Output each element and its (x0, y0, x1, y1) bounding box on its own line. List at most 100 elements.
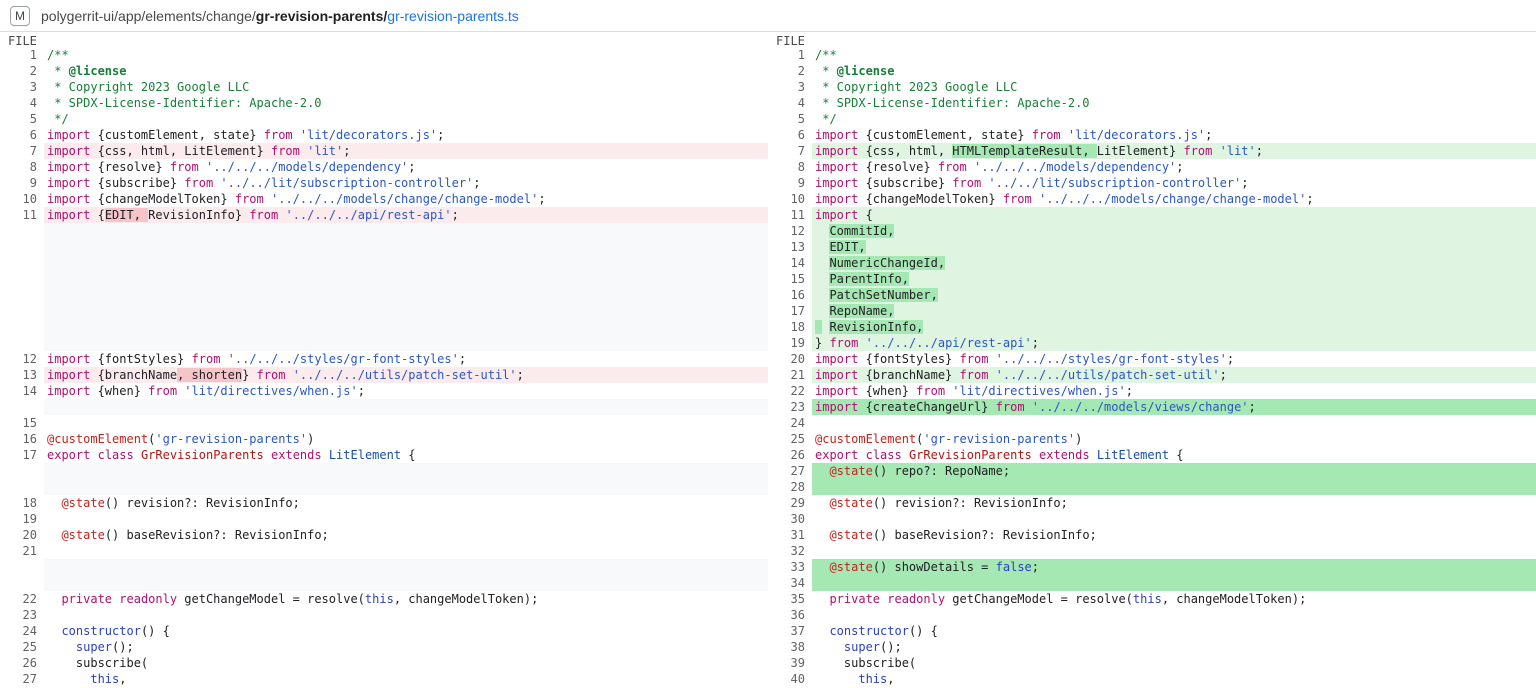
line-number-right[interactable]: 4 (768, 95, 812, 111)
line-number-right[interactable]: 12 (768, 223, 812, 239)
line-number-right[interactable]: 8 (768, 159, 812, 175)
diff-side-right: 14 NumericChangeId, (768, 255, 1536, 271)
line-number-left[interactable]: 17 (0, 447, 44, 463)
line-number-right[interactable]: 26 (768, 447, 812, 463)
line-number-left[interactable]: 5 (0, 111, 44, 127)
code-token: this (858, 672, 887, 686)
line-number-right[interactable]: 2 (768, 63, 812, 79)
code-token: ; (343, 144, 350, 158)
line-number-left[interactable]: 27 (0, 671, 44, 687)
line-number-right[interactable]: 24 (768, 415, 812, 431)
line-number-right[interactable]: 28 (768, 479, 812, 495)
code-token: from (249, 208, 278, 222)
line-number-right[interactable]: 31 (768, 527, 812, 543)
line-number-right[interactable]: 14 (768, 255, 812, 271)
diff-side-left (0, 271, 768, 287)
line-number-left[interactable]: 26 (0, 655, 44, 671)
diff-row: 33 @state() showDetails = false; (0, 559, 1536, 575)
diff-side-left: 15 (0, 415, 768, 431)
line-number-right[interactable]: 10 (768, 191, 812, 207)
code-line-right: import {createChangeUrl} from '../../../… (812, 399, 1536, 415)
diff-side-left (0, 255, 768, 271)
code-token: from (960, 352, 989, 366)
line-number-left[interactable]: 2 (0, 63, 44, 79)
diff-row: 1/**1/** (0, 47, 1536, 63)
line-number-left (0, 575, 44, 591)
line-number-right[interactable]: 32 (768, 543, 812, 559)
line-number-right[interactable]: 21 (768, 367, 812, 383)
diff-side-left (0, 479, 768, 495)
code-token: false (996, 560, 1032, 574)
line-number-right[interactable]: 20 (768, 351, 812, 367)
code-token: HTMLTemplateResult, (952, 144, 1097, 158)
line-number-right[interactable]: 13 (768, 239, 812, 255)
line-number-left[interactable]: 14 (0, 383, 44, 399)
line-number-right[interactable]: 27 (768, 463, 812, 479)
diff-side-left (0, 335, 768, 351)
line-number-left[interactable]: 16 (0, 431, 44, 447)
line-number-right[interactable]: 7 (768, 143, 812, 159)
line-number-right[interactable]: 34 (768, 575, 812, 591)
line-number-right[interactable]: 25 (768, 431, 812, 447)
line-number-right[interactable]: 30 (768, 511, 812, 527)
code-token (815, 496, 829, 510)
code-token: ; (517, 368, 524, 382)
line-number-left[interactable]: 22 (0, 591, 44, 607)
line-number-left[interactable]: 7 (0, 143, 44, 159)
line-number-left[interactable]: 25 (0, 639, 44, 655)
line-number-left[interactable]: 24 (0, 623, 44, 639)
line-number-right[interactable]: 23 (768, 399, 812, 415)
line-number-right[interactable]: 38 (768, 639, 812, 655)
diff-side-left: 2 * @license (0, 63, 768, 79)
line-number-right[interactable]: 16 (768, 287, 812, 303)
line-number-left[interactable]: 6 (0, 127, 44, 143)
line-number-right[interactable]: 1 (768, 47, 812, 63)
line-number-right[interactable]: 29 (768, 495, 812, 511)
line-number-left[interactable]: 8 (0, 159, 44, 175)
line-number-right[interactable]: 15 (768, 271, 812, 287)
line-number-left[interactable]: 18 (0, 495, 44, 511)
line-number-left[interactable]: 20 (0, 527, 44, 543)
line-number-left[interactable]: 12 (0, 351, 44, 367)
line-number-right[interactable]: 22 (768, 383, 812, 399)
line-number-right[interactable]: 9 (768, 175, 812, 191)
line-number-right[interactable]: 39 (768, 655, 812, 671)
line-number-right[interactable]: 19 (768, 335, 812, 351)
line-number-right[interactable]: 37 (768, 623, 812, 639)
line-number-right[interactable]: 17 (768, 303, 812, 319)
diff-side-left: 13import {branchName, shorten} from '../… (0, 367, 768, 383)
line-number-right[interactable]: 18 (768, 319, 812, 335)
file-path-filename[interactable]: gr-revision-parents.ts (387, 8, 519, 24)
code-line-left (44, 511, 768, 527)
code-token: readonly (119, 592, 177, 606)
line-number-right[interactable]: 11 (768, 207, 812, 223)
diff-row: 13 EDIT, (0, 239, 1536, 255)
code-token: , shorten (177, 368, 242, 382)
code-token: @state (829, 464, 872, 478)
diff-side-left: 20 @state() baseRevision?: RevisionInfo; (0, 527, 768, 543)
line-number-right[interactable]: 5 (768, 111, 812, 127)
code-token: {css, html, (858, 144, 952, 158)
code-token: ; (1220, 368, 1227, 382)
line-number-left[interactable]: 11 (0, 207, 44, 223)
line-number-right[interactable]: 36 (768, 607, 812, 623)
line-number-right[interactable]: 3 (768, 79, 812, 95)
line-number-left[interactable]: 4 (0, 95, 44, 111)
line-number-left[interactable]: 10 (0, 191, 44, 207)
line-number-right[interactable]: 6 (768, 127, 812, 143)
code-token: super (844, 640, 880, 654)
line-number-left[interactable]: 15 (0, 415, 44, 431)
line-number-left[interactable]: 21 (0, 543, 44, 559)
diff-side-left: 11import {EDIT, RevisionInfo} from '../.… (0, 207, 768, 223)
line-number-left[interactable]: 3 (0, 79, 44, 95)
line-number-left[interactable]: 9 (0, 175, 44, 191)
line-number-left[interactable]: 19 (0, 511, 44, 527)
code-line-right: /** (812, 47, 1536, 63)
line-number-right[interactable]: 40 (768, 671, 812, 687)
line-number-left[interactable]: 23 (0, 607, 44, 623)
line-number-left[interactable]: 1 (0, 47, 44, 63)
code-token (134, 448, 141, 462)
line-number-right[interactable]: 35 (768, 591, 812, 607)
line-number-right[interactable]: 33 (768, 559, 812, 575)
line-number-left[interactable]: 13 (0, 367, 44, 383)
